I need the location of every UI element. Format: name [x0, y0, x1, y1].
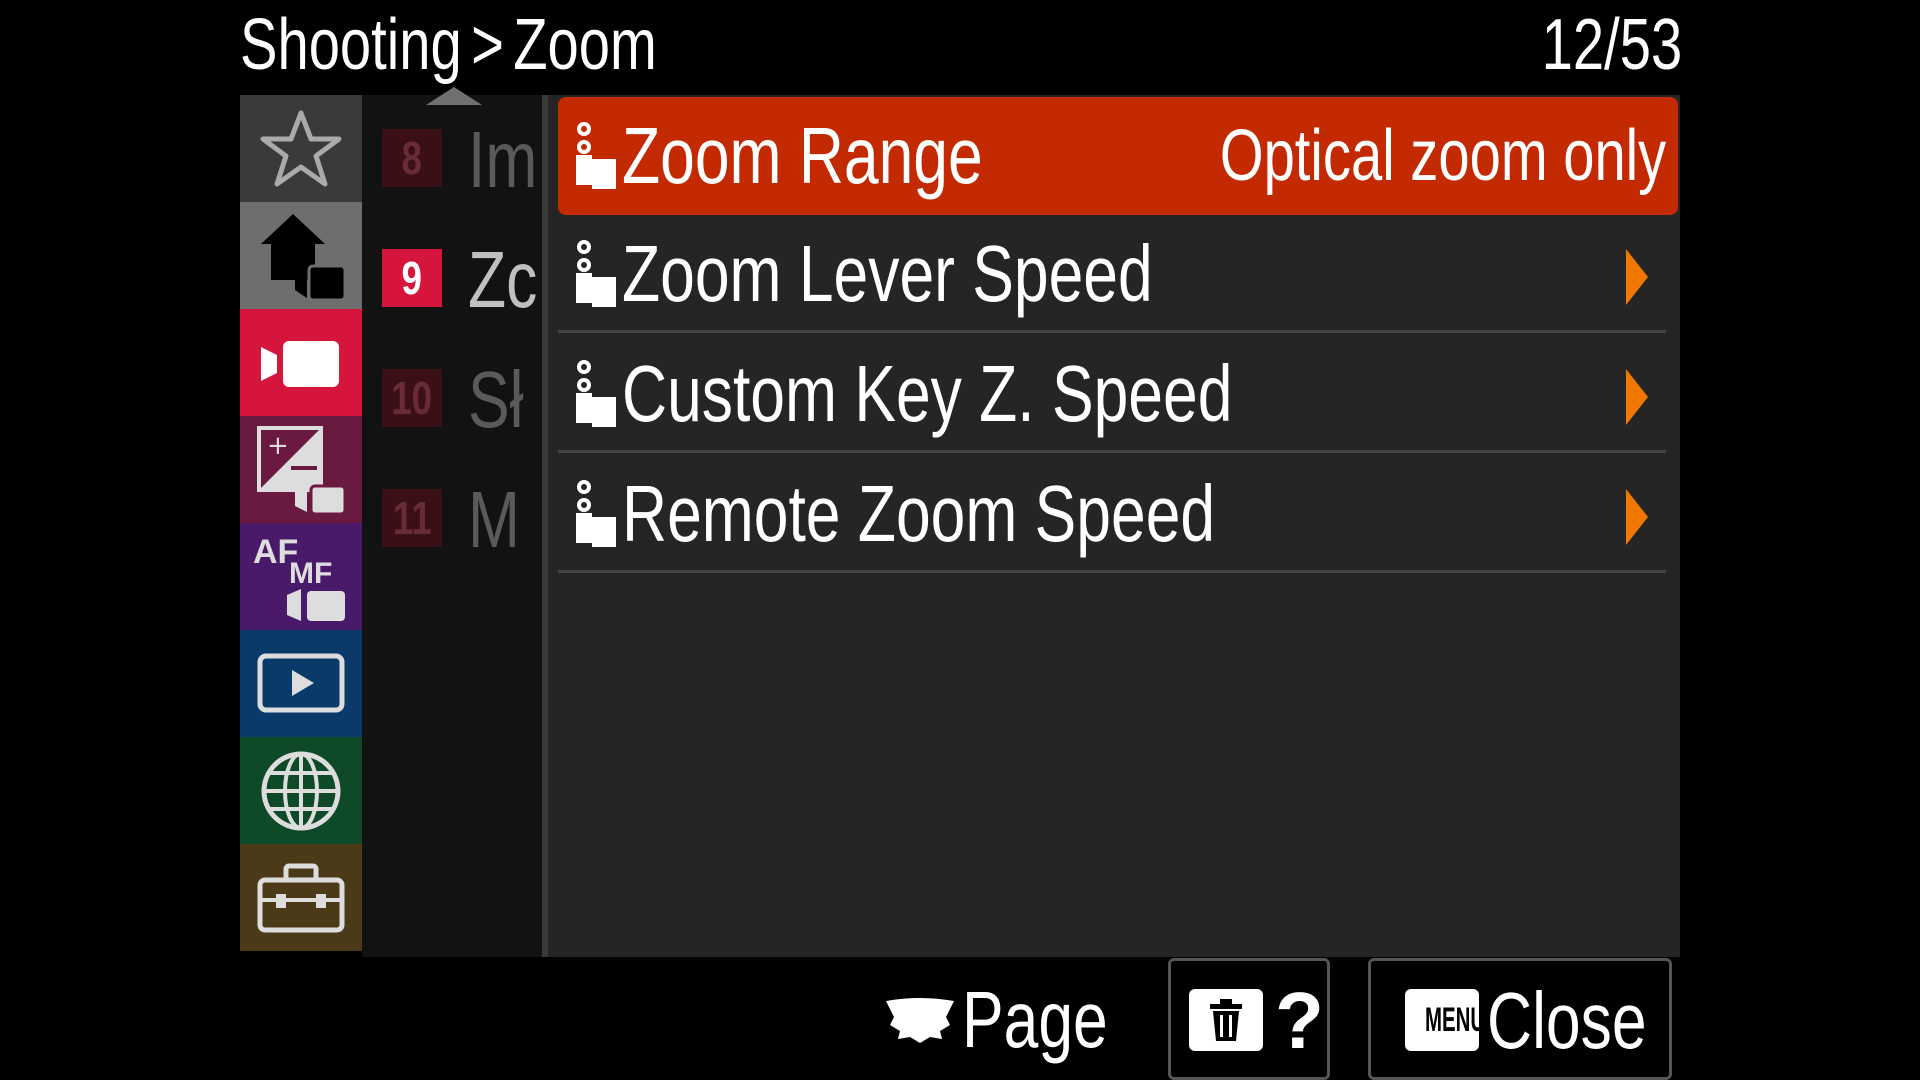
sub-page-label: Im [468, 115, 538, 197]
chevron-right-icon [1626, 369, 1648, 425]
menu-item-value: Optical zoom only [1219, 116, 1666, 196]
menu-item-label: Zoom Lever Speed [622, 229, 1153, 318]
page-title: Zoom [513, 5, 657, 85]
menu-item-label: Remote Zoom Speed [622, 469, 1216, 558]
af-mf-movie-icon: AF MF [253, 533, 345, 621]
menu-item-label: Custom Key Z. Speed [622, 349, 1233, 438]
menu-key: MENU [1405, 989, 1479, 1051]
toolbox-icon [257, 863, 345, 932]
sub-page-item-active[interactable]: 9 Zc [382, 217, 542, 317]
page-hint: Page [884, 970, 1149, 1070]
house-movie-icon [261, 213, 347, 301]
sub-page-label: Sł [468, 355, 524, 437]
tab-shooting[interactable] [240, 309, 362, 416]
sub-page-number: 10 [382, 369, 442, 427]
sub-page-item[interactable]: 8 Im [382, 97, 542, 197]
svg-text:+: + [267, 431, 289, 461]
breadcrumb-separator: > [471, 5, 504, 85]
close-button[interactable]: MENU Close [1368, 958, 1672, 1080]
sub-page-label: Zc [468, 235, 538, 317]
sub-page-number: 11 [382, 489, 442, 547]
menu-item-label: Zoom Range [622, 111, 983, 200]
tab-main[interactable] [240, 202, 362, 309]
trash-icon [1210, 999, 1242, 1041]
sub-page-list: 8 Im 9 Zc 10 Sł 11 M [362, 87, 542, 957]
breadcrumb: Shooting > Zoom [240, 0, 774, 90]
menu-item-zoom-range[interactable]: Zoom Range Optical zoom only [558, 97, 1678, 215]
tab-network[interactable] [240, 737, 362, 844]
menu-list: Zoom Range Optical zoom only Zoom Lever … [548, 95, 1680, 957]
movie-camera-icon [261, 340, 339, 387]
page-counter-text: 12/53 [1541, 5, 1682, 85]
sub-page-number: 8 [382, 129, 442, 187]
menu-item-remote-zoom-speed[interactable]: Remote Zoom Speed [558, 455, 1678, 573]
tab-focus[interactable]: AF MF [240, 523, 362, 630]
sub-page-number: 9 [382, 249, 442, 307]
movie-setting-icon [576, 360, 616, 427]
movie-setting-icon [576, 122, 616, 189]
sub-page-item[interactable]: 10 Sł [382, 337, 542, 437]
row-divider [558, 450, 1666, 453]
page-label: Page [962, 975, 1108, 1064]
tab-favorites[interactable] [240, 95, 362, 202]
control-wheel-icon [886, 998, 954, 1043]
menu-item-zoom-lever-speed[interactable]: Zoom Lever Speed [558, 215, 1678, 333]
row-divider [558, 330, 1666, 333]
breadcrumb-section: Shooting [240, 5, 462, 85]
sub-page-item[interactable]: 11 M [382, 457, 542, 557]
movie-setting-icon [576, 480, 616, 547]
sub-page-label: M [468, 475, 520, 557]
trash-key [1189, 989, 1263, 1051]
menu-item-custom-key-z-speed[interactable]: Custom Key Z. Speed [558, 335, 1678, 453]
help-label: ? [1275, 976, 1324, 1065]
chevron-right-icon [1626, 249, 1648, 305]
chevron-right-icon [1626, 489, 1648, 545]
svg-text:MF: MF [289, 557, 332, 590]
movie-setting-icon [576, 240, 616, 307]
playback-icon [257, 653, 345, 712]
star-icon [260, 110, 342, 186]
row-divider [558, 570, 1666, 573]
tab-setup[interactable] [240, 844, 362, 951]
page-counter: 12/53 [1502, 0, 1682, 90]
close-label: Close [1487, 976, 1647, 1065]
exposure-movie-icon: + [257, 425, 347, 515]
help-button[interactable]: ? [1168, 958, 1330, 1080]
tab-playback[interactable] [240, 630, 362, 737]
globe-icon [261, 751, 341, 830]
category-tabs: + AF MF [240, 95, 362, 957]
tab-exposure-color[interactable]: + [240, 416, 362, 523]
